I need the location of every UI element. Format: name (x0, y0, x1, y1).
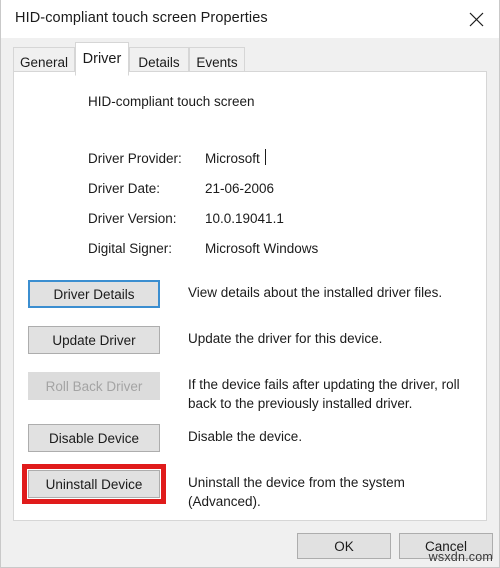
close-icon[interactable] (453, 0, 499, 38)
window-title: HID-compliant touch screen Properties (15, 10, 268, 26)
roll-back-driver-button: Roll Back Driver (28, 372, 160, 400)
driver-details-description: View details about the installed driver … (188, 285, 443, 300)
uninstall-device-button[interactable]: Uninstall Device (28, 470, 160, 498)
title-bar: HID-compliant touch screen Properties (1, 0, 499, 38)
device-name-label: HID-compliant touch screen (88, 94, 255, 109)
text-caret (265, 149, 266, 165)
watermark: wsxdn.com (428, 550, 493, 564)
info-label: Driver Provider: (88, 151, 182, 166)
disable-device-description: Disable the device. (188, 429, 303, 444)
info-row-driver-version: Driver Version: 10.0.19041.1 (14, 211, 486, 231)
info-value: Microsoft (205, 151, 260, 166)
info-row-digital-signer: Digital Signer: Microsoft Windows (14, 241, 486, 261)
update-driver-button[interactable]: Update Driver (28, 326, 160, 354)
info-row-driver-date: Driver Date: 21-06-2006 (14, 181, 486, 201)
dialog-footer: OK Cancel (1, 521, 499, 567)
info-label: Driver Date: (88, 181, 161, 196)
driver-details-button[interactable]: Driver Details (28, 280, 160, 308)
uninstall-device-description: Uninstall the device from the system (Ad… (188, 475, 405, 509)
info-label: Digital Signer: (88, 241, 173, 256)
roll-back-driver-description: If the device fails after updating the d… (188, 377, 460, 411)
update-driver-description: Update the driver for this device. (188, 331, 383, 346)
disable-device-button[interactable]: Disable Device (28, 424, 160, 452)
driver-tab-panel: HID-compliant touch screen Driver Provid… (13, 71, 487, 521)
info-label: Driver Version: (88, 211, 177, 226)
info-value: 10.0.19041.1 (205, 211, 284, 226)
device-properties-dialog: HID-compliant touch screen Properties Ge… (0, 0, 500, 568)
tab-driver[interactable]: Driver (75, 42, 129, 76)
info-value: 21-06-2006 (205, 181, 275, 196)
info-value: Microsoft Windows (205, 241, 319, 256)
ok-button[interactable]: OK (297, 533, 391, 559)
info-row-driver-provider: Driver Provider: Microsoft (14, 151, 486, 171)
